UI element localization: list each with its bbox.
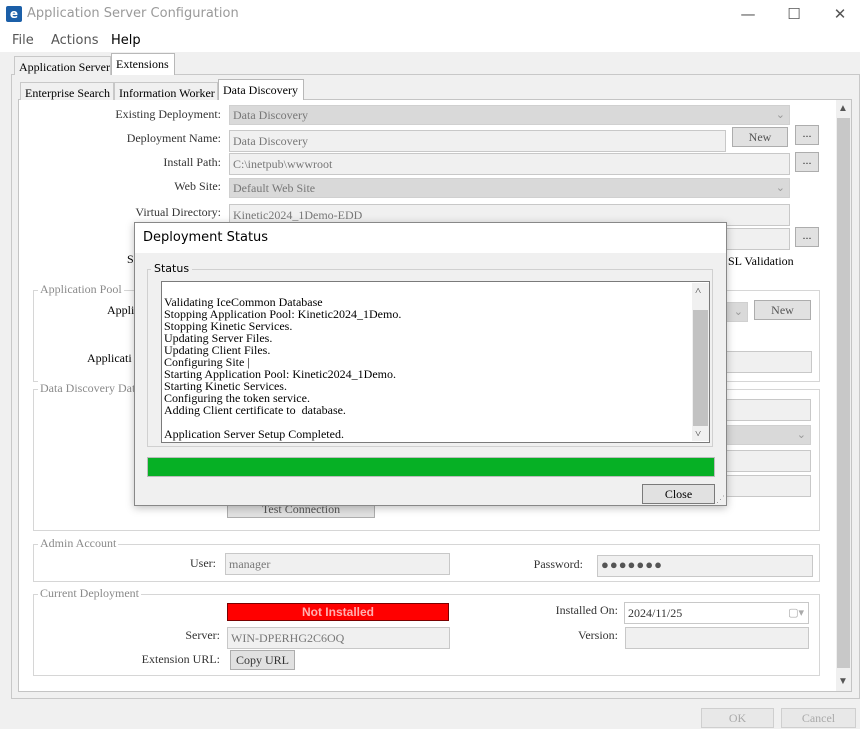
panel-scrollbar[interactable]: ▲ ▼ <box>836 100 851 691</box>
progress-bar-fill <box>148 458 714 476</box>
tab-information-worker[interactable]: Information Worker <box>114 82 218 100</box>
deployment-browse-button[interactable]: ... <box>795 125 819 145</box>
version-input[interactable] <box>625 627 809 649</box>
install-path-browse-button[interactable]: ... <box>795 152 819 172</box>
log-line: Adding Client certificate to database. <box>164 403 346 417</box>
installed-on-label: Installed On: <box>555 603 618 617</box>
app-pool-identity-label: Applicati <box>87 351 132 365</box>
partial-label-left: S <box>127 252 134 266</box>
status-group-title: Status <box>151 262 193 275</box>
status-log-text: Validating IceCommon Database Stopping Ap… <box>164 284 401 440</box>
virtual-directory-label: Virtual Directory: <box>135 205 221 219</box>
password-input[interactable]: ●●●●●●● <box>597 555 813 577</box>
minimize-button[interactable]: — <box>725 0 771 30</box>
tab-extensions[interactable]: Extensions <box>111 53 175 75</box>
chevron-down-icon: ⌄ <box>796 429 806 441</box>
scrollbar-thumb[interactable] <box>837 118 850 668</box>
web-site-value: Default Web Site <box>233 181 316 195</box>
chevron-down-icon: ⌄ <box>733 306 743 318</box>
admin-account-title: Admin Account <box>38 536 119 551</box>
new-app-pool-button[interactable]: New <box>754 300 811 320</box>
log-line: Application Server Setup Completed. <box>164 427 344 441</box>
existing-deployment-select[interactable]: Data Discovery ⌄ <box>229 105 790 125</box>
menu-actions[interactable]: Actions <box>51 33 99 48</box>
tab-data-discovery[interactable]: Data Discovery <box>218 79 304 100</box>
calendar-icon[interactable]: ▢▾ <box>788 606 804 619</box>
application-pool-title: Application Pool <box>38 282 124 297</box>
resize-grip-icon[interactable]: ⋰ <box>716 495 725 504</box>
server-label: Server: <box>185 628 220 642</box>
new-deployment-button[interactable]: New <box>732 127 788 147</box>
version-label: Version: <box>578 628 618 642</box>
user-label: User: <box>190 556 216 570</box>
log-scrollbar[interactable]: ˄ ˅ <box>692 283 709 441</box>
existing-deployment-label: Existing Deployment: <box>115 107 221 121</box>
window-title: Application Server Configuration <box>27 6 239 21</box>
menu-file[interactable]: File <box>12 33 34 48</box>
copy-url-button[interactable]: Copy URL <box>230 650 295 670</box>
extension-url-label: Extension URL: <box>141 652 220 666</box>
ssl-validation-label: SL Validation <box>728 254 794 268</box>
close-dialog-button[interactable]: Close <box>642 484 715 504</box>
existing-deployment-value: Data Discovery <box>233 108 308 122</box>
ok-button[interactable]: OK <box>701 708 774 728</box>
web-site-label: Web Site: <box>174 179 221 193</box>
current-deployment-title: Current Deployment <box>38 586 141 601</box>
cancel-button[interactable]: Cancel <box>781 708 856 728</box>
scroll-up-icon[interactable]: ▲ <box>838 103 848 114</box>
progress-bar <box>147 457 715 477</box>
web-site-select[interactable]: Default Web Site ⌄ <box>229 178 790 198</box>
user-input[interactable]: manager <box>225 553 450 575</box>
install-path-input[interactable]: C:\inetpub\wwwroot <box>229 153 790 175</box>
menu-help[interactable]: Help <box>111 33 141 48</box>
log-scrollbar-thumb[interactable] <box>693 310 708 426</box>
installed-on-date[interactable]: 2024/11/25 ▢▾ <box>624 602 809 624</box>
installation-status-badge: Not Installed <box>227 603 449 621</box>
partial-browse-button[interactable]: ... <box>795 227 819 247</box>
chevron-down-icon: ⌄ <box>775 109 785 121</box>
tab-application-server[interactable]: Application Server <box>14 56 111 75</box>
status-log[interactable]: Validating IceCommon Database Stopping Ap… <box>161 281 710 443</box>
scroll-down-icon[interactable]: ▼ <box>838 676 848 687</box>
chevron-down-icon[interactable]: ˅ <box>695 428 701 440</box>
app-logo-icon: e <box>6 6 22 22</box>
install-path-label: Install Path: <box>163 155 221 169</box>
data-discovery-database-title: Data Discovery Data <box>38 381 134 396</box>
chevron-up-icon[interactable]: ˄ <box>695 285 701 297</box>
installed-on-value: 2024/11/25 <box>628 606 683 620</box>
tab-enterprise-search[interactable]: Enterprise Search <box>20 82 114 100</box>
deployment-status-dialog: Deployment Status Status Validating IceC… <box>134 222 727 506</box>
dialog-title: Deployment Status <box>135 223 726 253</box>
password-label: Password: <box>533 557 583 571</box>
deployment-name-label: Deployment Name: <box>126 131 221 145</box>
deployment-name-input[interactable]: Data Discovery <box>229 130 726 152</box>
chevron-down-icon: ⌄ <box>775 182 785 194</box>
server-input[interactable]: WIN-DPERHG2C6OQ <box>227 627 450 649</box>
title-bar: e Application Server Configuration — ☐ ✕ <box>0 0 860 30</box>
maximize-button[interactable]: ☐ <box>771 0 817 30</box>
close-window-button[interactable]: ✕ <box>817 0 860 30</box>
